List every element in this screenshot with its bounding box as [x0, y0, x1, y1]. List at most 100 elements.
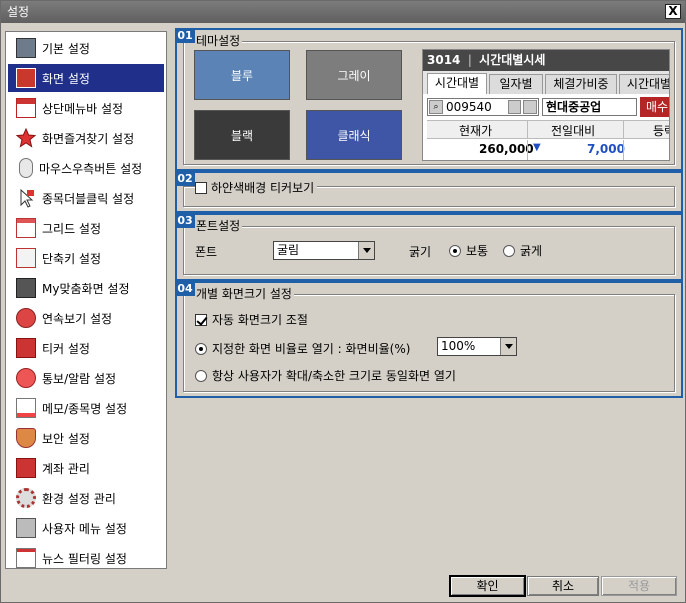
auto-resize-option[interactable]: 자동 화면크기 조절	[195, 311, 308, 328]
sidebar-item-label: 기본 설정	[42, 41, 90, 56]
sidebar-item-label: 티커 설정	[42, 341, 90, 356]
sidebar-item-17[interactable]: 사용자 메뉴 설정	[8, 514, 164, 542]
sidebar-item-label: 종목더블클릭 설정	[42, 191, 135, 206]
sidebar-item-label: 계좌 관리	[42, 461, 90, 476]
preview-stock-name: 현대중공업	[542, 98, 637, 116]
magnifier-icon	[16, 308, 36, 328]
auto-resize-checkbox[interactable]	[195, 313, 207, 326]
sidebar-item-label: 상단메뉴바 설정	[42, 101, 124, 116]
preview-header-row: 현재가 전일대비 등락	[427, 120, 669, 139]
white-ticker-label: 하얀색배경 티커보기	[211, 181, 315, 195]
preview-search-icon: ⌕	[429, 100, 443, 114]
white-ticker-checkbox[interactable]	[195, 181, 207, 194]
weight-normal-radio[interactable]	[449, 244, 461, 257]
shield-icon	[16, 428, 36, 448]
sidebar-item-1[interactable]: 기본 설정	[8, 34, 164, 62]
ratio-open-radio[interactable]	[195, 342, 207, 355]
sidebar-item-label: 환경 설정 관리	[42, 491, 116, 506]
sidebar-item-8[interactable]: 단축키 설정	[8, 244, 164, 272]
ratio-select-chevron-down-icon[interactable]	[500, 338, 516, 355]
sidebar-item-label: 그리드 설정	[42, 221, 102, 236]
preview-header-change: 전일대비	[551, 124, 596, 138]
sidebar-item-3[interactable]: 상단메뉴바 설정	[8, 94, 164, 122]
sidebar-item-10[interactable]: 연속보기 설정	[8, 304, 164, 332]
ratio-open-option[interactable]: 지정한 화면 비율로 열기 : 화면비율(%)	[195, 340, 410, 357]
sidebar-item-13[interactable]: 메모/종목명 설정	[8, 394, 164, 422]
always-user-size-radio[interactable]	[195, 369, 207, 382]
theme-black-button[interactable]: 블랙	[194, 110, 290, 160]
settings-window: 설정 X 기본 설정화면 설정상단메뉴바 설정화면즐겨찾기 설정마우스우측버튼 …	[0, 0, 686, 603]
theme-gray-button[interactable]: 그레이	[306, 50, 402, 100]
sidebar-item-7[interactable]: 그리드 설정	[8, 214, 164, 242]
section-number-01: 01	[175, 28, 195, 43]
sidebar-item-18[interactable]: 뉴스 필터링 설정	[8, 544, 164, 568]
hotkey-a-icon	[16, 248, 36, 268]
sidebar-item-label: 보안 설정	[42, 431, 90, 446]
preview-header-rate: 등락	[653, 124, 669, 138]
sidebar-item-12[interactable]: 통보/알람 설정	[8, 364, 164, 392]
screen-size-section: 04 개별 화면크기 설정 자동 화면크기 조절 지정한 화면 비율로 열기 :…	[175, 281, 683, 398]
white-ticker-option[interactable]: 하얀색배경 티커보기	[195, 179, 318, 196]
preview-buy-button: 매수	[640, 97, 669, 117]
section-number-02: 02	[175, 171, 195, 186]
sidebar-item-label: 메모/종목명 설정	[42, 401, 128, 416]
preview-tabs: 시간대별 일자별 체결가비중 시간대별	[423, 71, 669, 94]
screen-size-group-title: 개별 화면크기 설정	[194, 287, 294, 301]
font-select[interactable]: 굴림	[273, 241, 375, 260]
cursor-click-icon	[16, 188, 36, 208]
weight-bold-radio[interactable]	[503, 244, 515, 257]
preview-tab-daily: 일자별	[489, 74, 543, 94]
preview-change: 7,000	[587, 142, 625, 156]
theme-blue-button[interactable]: 블루	[194, 50, 290, 100]
sidebar-item-16[interactable]: 환경 설정 관리	[8, 484, 164, 512]
star-icon	[15, 127, 37, 148]
sidebar-item-4[interactable]: 화면즐겨찾기 설정	[8, 124, 164, 152]
weight-normal-option[interactable]: 보통	[449, 242, 488, 259]
section-number-03: 03	[175, 213, 195, 228]
preview-dropdown-icon	[508, 100, 521, 114]
sidebar-item-9[interactable]: My맞춤화면 설정	[8, 274, 164, 302]
theme-section: 01 테마설정 블루 그레이 블랙 클래식 3014 | 시간대별시세 시간대별…	[175, 28, 683, 171]
ratio-select[interactable]: 100%	[437, 337, 517, 356]
weight-label: 굵기	[409, 245, 432, 259]
monitor-settings-icon	[16, 38, 36, 58]
sidebar-item-5[interactable]: 마우스우측버튼 설정	[8, 154, 164, 182]
preview-tab-time2: 시간대별	[619, 74, 669, 94]
weight-bold-option[interactable]: 굵게	[503, 242, 542, 259]
sidebar-item-11[interactable]: 티커 설정	[8, 334, 164, 362]
sidebar-item-14[interactable]: 보안 설정	[8, 424, 164, 452]
sidebar-item-label: 통보/알람 설정	[42, 371, 117, 386]
sidebar-item-label: 연속보기 설정	[42, 311, 113, 326]
sidebar-item-label: 마우스우측버튼 설정	[39, 161, 143, 176]
font-select-value: 굴림	[277, 243, 300, 257]
always-user-size-option[interactable]: 항상 사용자가 확대/축소한 크기로 동일화면 열기	[195, 367, 456, 384]
preview-header-price: 현재가	[459, 124, 493, 138]
ratio-select-value: 100%	[441, 339, 476, 353]
alarm-icon	[16, 368, 36, 388]
ok-button[interactable]: 확인	[449, 575, 526, 597]
sidebar-item-label: 화면즐겨찾기 설정	[42, 131, 135, 146]
user-menu-icon	[16, 518, 36, 538]
theme-classic-button[interactable]: 클래식	[306, 110, 402, 160]
window-title: 설정	[7, 5, 30, 19]
sidebar-item-6[interactable]: 종목더블클릭 설정	[8, 184, 164, 212]
theme-preview: 3014 | 시간대별시세 시간대별 일자별 체결가비중 시간대별 ⌕ 0095…	[422, 49, 670, 161]
font-section: 03 폰트설정 폰트 굴림 굵기 보통 굵게	[175, 213, 683, 281]
preview-data-row: 260,000 ▼ 7,000	[427, 140, 669, 160]
sidebar-item-2[interactable]: 화면 설정	[8, 64, 164, 92]
section-number-04: 04	[175, 281, 195, 296]
apply-button[interactable]: 적용	[601, 576, 677, 596]
weight-bold-label: 굵게	[520, 244, 543, 258]
sidebar-item-label: 단축키 설정	[42, 251, 102, 266]
sidebar-item-label: 사용자 메뉴 설정	[42, 521, 127, 536]
cancel-button[interactable]: 취소	[527, 576, 599, 596]
preview-screen-code: 3014	[427, 53, 461, 67]
sidebar-item-15[interactable]: 계좌 관리	[8, 454, 164, 482]
screen-red-icon	[16, 68, 36, 88]
preview-down-arrow-icon: ▼	[533, 142, 541, 153]
font-select-chevron-down-icon[interactable]	[358, 242, 374, 259]
weight-normal-label: 보통	[466, 244, 489, 258]
close-button[interactable]: X	[665, 4, 681, 19]
auto-resize-label: 자동 화면크기 조절	[212, 313, 308, 327]
preview-tab-weight: 체결가비중	[545, 74, 617, 94]
